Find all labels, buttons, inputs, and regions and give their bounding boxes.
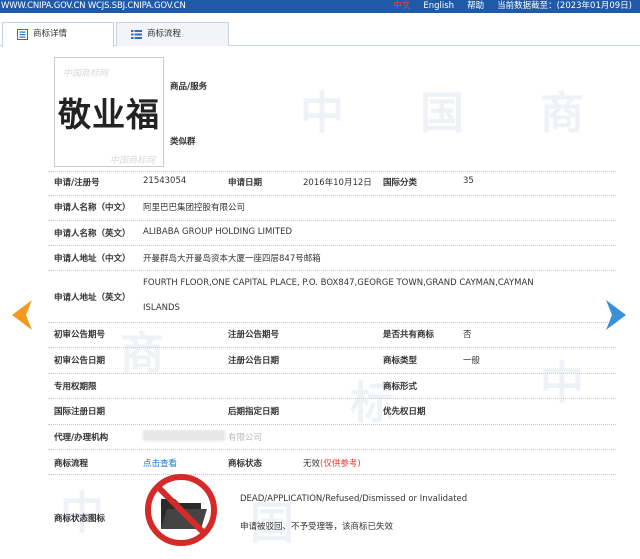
reg-no-value: 21543054 — [143, 176, 187, 186]
address-cn-label: 申请人地址（中文） — [54, 254, 131, 264]
divider — [48, 270, 616, 271]
agent-name-redacted — [143, 430, 225, 441]
status-value: 无效(仅供参考) — [303, 457, 361, 469]
trademark-image: 中国商标网 中国商标网 敬业福 — [54, 57, 164, 167]
reg-pub-date-label: 注册公告日期 — [228, 356, 280, 366]
divider — [48, 195, 616, 196]
divider — [48, 347, 616, 348]
top-bar-links: 中文 English 帮助 当前数据截至：(2023年01月09日) — [393, 0, 632, 13]
background-watermark: 国 — [420, 88, 464, 139]
background-watermark: 标 — [350, 378, 394, 429]
background-watermark: 中 — [540, 358, 584, 409]
address-en-value-line1: FOURTH FLOOR,ONE CAPITAL PLACE, P.O. BOX… — [143, 278, 534, 288]
tab-bar: 商标详情 商标流程 — [0, 18, 640, 47]
process-label: 商标流程 — [54, 459, 89, 469]
background-watermark: 中 — [60, 488, 104, 539]
divider — [48, 449, 616, 450]
divider — [48, 322, 616, 323]
background-watermark: 中 — [300, 88, 344, 139]
shared-mark-value: 否 — [463, 330, 472, 340]
intl-reg-date-label: 国际注册日期 — [54, 407, 106, 417]
reg-pub-no-label: 注册公告期号 — [228, 330, 280, 340]
tab-trademark-process[interactable]: 商标流程 — [116, 22, 229, 46]
stamp-watermark: 中国商标网 — [110, 156, 156, 166]
address-en-value-line2: ISLANDS — [143, 303, 180, 313]
shared-mark-label: 是否共有商标 — [383, 330, 435, 340]
help-link[interactable]: 帮助 — [467, 0, 484, 13]
address-cn-value: 开曼群岛大开曼岛资本大厦一座四层847号邮箱 — [143, 254, 321, 264]
status-text: 无效 — [303, 459, 321, 469]
goods-services-label: 商品/服务 — [170, 82, 208, 92]
top-bar: WWW.CNIPA.GOV.CN WCJS.SBJ.CNIPA.GOV.CN 中… — [0, 0, 640, 13]
later-designation-date-label: 后期指定日期 — [228, 407, 280, 417]
divider — [48, 424, 616, 425]
process-view-link[interactable]: 点击查看 — [143, 457, 177, 469]
exclusive-period-label: 专用权期限 — [54, 382, 97, 392]
divider — [48, 245, 616, 246]
agent-label: 代理/办理机构 — [54, 433, 109, 443]
status-description-en: DEAD/APPLICATION/Refused/Dismissed or In… — [240, 494, 468, 504]
applicant-en-value: ALIBABA GROUP HOLDING LIMITED — [143, 227, 292, 237]
next-arrow-icon[interactable] — [606, 300, 626, 330]
priority-date-label: 优先权日期 — [383, 407, 426, 417]
prelim-pub-no-label: 初审公告期号 — [54, 330, 106, 340]
tab-label: 商标详情 — [33, 29, 68, 39]
intl-class-value: 35 — [463, 176, 474, 186]
divider — [48, 220, 616, 221]
applicant-en-label: 申请人名称（英文） — [54, 229, 131, 239]
site-urls: WWW.CNIPA.GOV.CN WCJS.SBJ.CNIPA.GOV.CN — [1, 1, 186, 11]
mark-type-label: 商标类型 — [383, 356, 418, 366]
tab-trademark-details[interactable]: 商标详情 — [2, 22, 114, 47]
divider — [48, 474, 616, 475]
agent-name-tail: 有限公司 — [228, 433, 263, 443]
divider — [48, 171, 616, 172]
lang-chinese-link[interactable]: 中文 — [393, 0, 410, 13]
intl-class-label: 国际分类 — [383, 178, 418, 188]
data-cutoff-text: 当前数据截至：(2023年01月09日) — [497, 1, 632, 11]
divider — [48, 398, 616, 399]
address-en-label: 申请人地址（英文） — [54, 293, 131, 303]
similar-group-label: 类似群 — [170, 137, 196, 147]
previous-arrow-icon[interactable] — [12, 300, 32, 330]
background-watermark: 商 — [540, 88, 584, 139]
mark-type-value: 一般 — [463, 356, 481, 366]
status-icon-label: 商标状态图标 — [54, 514, 106, 524]
reg-no-label: 申请/注册号 — [54, 178, 100, 188]
trademark-detail-panel: 中 国 商 商 标 中 中 国 中国商标网 中国商标网 敬业福 商品/服务 类似… — [0, 47, 640, 559]
apply-date-label: 申请日期 — [228, 178, 263, 188]
background-watermark: 商 — [120, 328, 164, 379]
mark-form-label: 商标形式 — [383, 382, 418, 392]
status-description-cn: 申请被驳回、不予受理等，该商标已失效 — [240, 522, 394, 532]
apply-date-value: 2016年10月12日 — [303, 178, 372, 188]
prelim-pub-date-label: 初审公告日期 — [54, 356, 106, 366]
applicant-cn-value: 阿里巴巴集团控股有限公司 — [143, 203, 246, 213]
applicant-cn-label: 申请人名称（中文） — [54, 203, 131, 213]
document-icon — [17, 29, 28, 40]
divider — [48, 373, 616, 374]
stamp-watermark: 中国商标网 — [63, 69, 109, 79]
list-icon — [131, 30, 142, 39]
lang-english-link[interactable]: English — [423, 0, 454, 13]
status-note: (仅供参考) — [320, 459, 361, 469]
trademark-mark-text: 敬业福 — [58, 95, 160, 134]
status-label: 商标状态 — [228, 459, 263, 469]
invalid-folder-icon — [145, 474, 217, 546]
tab-label: 商标流程 — [147, 29, 182, 39]
